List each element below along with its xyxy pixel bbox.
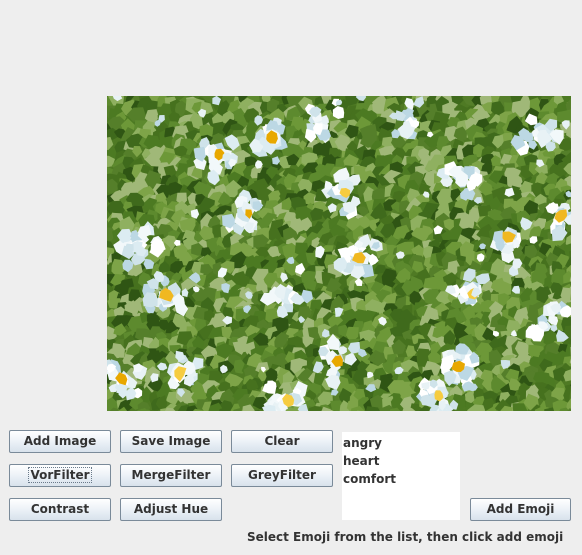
status-label: Select Emoji from the list, then click a… — [247, 530, 564, 544]
add-image-button[interactable]: Add Image — [9, 430, 111, 453]
emoji-list-item-angry[interactable]: angry — [342, 434, 460, 452]
vor-filter-label: VorFilter — [28, 467, 92, 483]
adjust-hue-button[interactable]: Adjust Hue — [120, 498, 222, 521]
grey-filter-button[interactable]: GreyFilter — [231, 464, 333, 487]
contrast-button[interactable]: Contrast — [9, 498, 111, 521]
emoji-list[interactable]: angry heart comfort — [342, 432, 460, 520]
save-image-button[interactable]: Save Image — [120, 430, 222, 453]
emoji-list-item-comfort[interactable]: comfort — [342, 470, 460, 488]
voronoi-image-canvas — [107, 96, 571, 411]
add-emoji-button[interactable]: Add Emoji — [470, 498, 571, 521]
vor-filter-button[interactable]: VorFilter — [9, 464, 111, 487]
emoji-list-item-heart[interactable]: heart — [342, 452, 460, 470]
merge-filter-button[interactable]: MergeFilter — [120, 464, 222, 487]
clear-button[interactable]: Clear — [231, 430, 333, 453]
